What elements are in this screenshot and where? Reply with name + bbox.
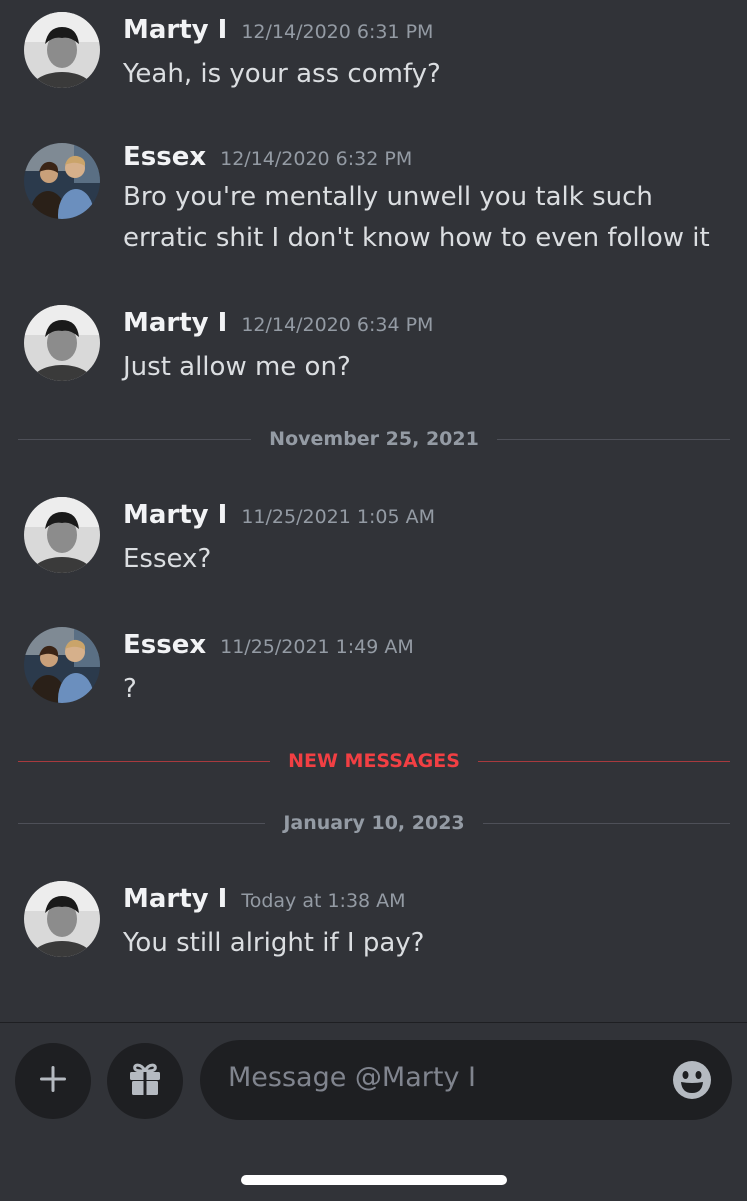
- new-messages-label: NEW MESSAGES: [288, 750, 460, 772]
- message-input[interactable]: Message @Marty I: [200, 1040, 732, 1120]
- message-author[interactable]: Essex 11/25/2021 1:49 AM: [123, 630, 414, 660]
- home-indicator[interactable]: [241, 1175, 507, 1185]
- message-text: You still alright if I pay?: [123, 928, 425, 958]
- emoji-icon[interactable]: [672, 1060, 712, 1100]
- message-timestamp: 12/14/2020 6:31 PM: [241, 21, 434, 43]
- divider-line: [18, 760, 271, 762]
- message-timestamp: 12/14/2020 6:34 PM: [241, 314, 434, 336]
- plus-icon: [38, 1064, 68, 1098]
- date-divider: November 25, 2021: [18, 424, 730, 454]
- date-divider: January 10, 2023: [18, 808, 731, 838]
- message-author[interactable]: Marty I Today at 1:38 AM: [123, 884, 406, 914]
- message-input-placeholder: Message @Marty I: [228, 1062, 476, 1093]
- divider-line: [496, 438, 730, 440]
- message-text: Essex?: [123, 544, 212, 574]
- message-text: Just allow me on?: [123, 352, 351, 382]
- message-timestamp: 11/25/2021 1:05 AM: [241, 506, 435, 528]
- date-divider-label: November 25, 2021: [269, 428, 479, 450]
- message-timestamp: 12/14/2020 6:32 PM: [220, 148, 413, 170]
- divider-line: [18, 822, 266, 824]
- divider-line: [18, 438, 252, 440]
- message-list[interactable]: Marty I 12/14/2020 6:31 PM Yeah, is your …: [0, 0, 747, 1022]
- message-author[interactable]: Marty I 11/25/2021 1:05 AM: [123, 500, 435, 530]
- message-timestamp: Today at 1:38 AM: [241, 890, 406, 912]
- avatar-marty[interactable]: [24, 497, 100, 573]
- date-divider-label: January 10, 2023: [283, 812, 465, 834]
- message-text: Yeah, is your ass comfy?: [123, 59, 441, 89]
- message-text: Bro you're mentally unwell you talk such…: [123, 182, 710, 253]
- message-timestamp: 11/25/2021 1:49 AM: [220, 636, 414, 658]
- avatar-essex[interactable]: [24, 143, 100, 219]
- avatar-marty[interactable]: [24, 881, 100, 957]
- gift-icon: [127, 1061, 163, 1101]
- avatar-essex[interactable]: [24, 627, 100, 703]
- add-attachment-button[interactable]: [15, 1043, 91, 1119]
- gift-button[interactable]: [107, 1043, 183, 1119]
- avatar-marty[interactable]: [24, 12, 100, 88]
- divider-line: [477, 760, 731, 762]
- message-author[interactable]: Essex 12/14/2020 6:32 PM: [123, 142, 412, 172]
- message-author[interactable]: Marty I 12/14/2020 6:31 PM: [123, 15, 433, 45]
- new-messages-divider: NEW MESSAGES: [18, 746, 731, 776]
- divider-line: [482, 822, 731, 824]
- message-author[interactable]: Marty I 12/14/2020 6:34 PM: [123, 308, 433, 338]
- avatar-marty[interactable]: [24, 305, 100, 381]
- message-text: ?: [123, 674, 137, 704]
